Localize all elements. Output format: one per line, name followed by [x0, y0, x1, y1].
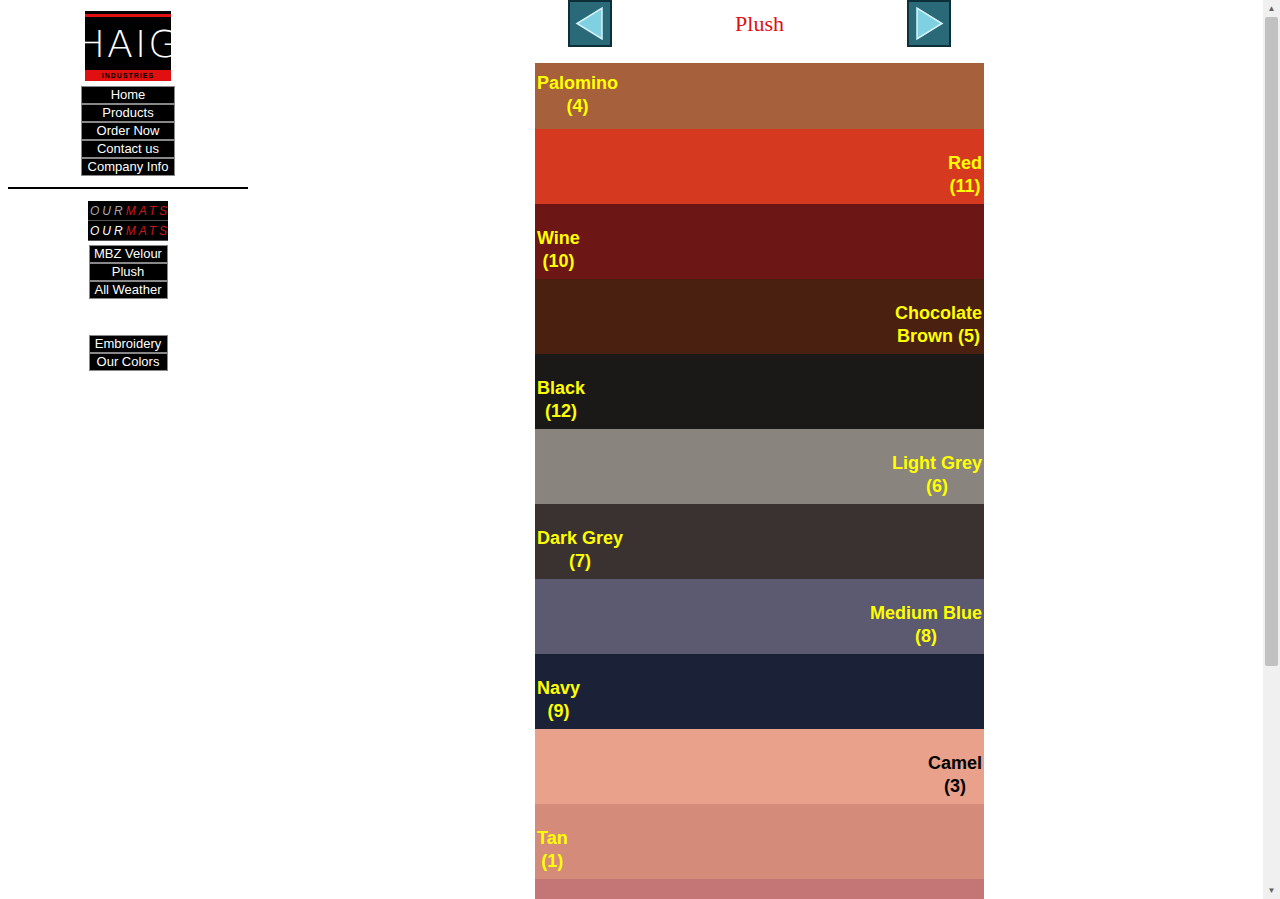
- swatch-label: Dark Grey(7): [537, 527, 623, 573]
- main: Plush Palomino(4) Red(11) Wine(10) Chocolate…: [256, 0, 1263, 899]
- color-swatch[interactable]: Navy(9): [535, 654, 984, 729]
- sidebar: HAIGINDUSTRIESHomeProductsOrder NowConta…: [0, 0, 256, 899]
- nav-button[interactable]: Company Info: [81, 158, 175, 176]
- previous-arrow-icon[interactable]: [568, 0, 612, 47]
- divider: [8, 187, 248, 189]
- color-swatch[interactable]: Tan(1): [535, 804, 984, 879]
- swatch-label: Navy(9): [537, 677, 580, 723]
- color-swatch[interactable]: Black(12): [535, 354, 984, 429]
- main-nav: HomeProductsOrder NowContact usCompany I…: [81, 86, 175, 176]
- nav-button[interactable]: Products: [81, 104, 175, 122]
- nav-button[interactable]: Embroidery: [89, 335, 168, 353]
- scroll-up-button[interactable]: ▲: [1263, 0, 1280, 17]
- title-bar: Plush: [568, 0, 951, 47]
- color-swatch[interactable]: Medium Blue(8): [535, 579, 984, 654]
- swatch-label: ChocolateBrown (5): [895, 302, 982, 348]
- scroll-thumb[interactable]: [1265, 17, 1278, 666]
- nav-button[interactable]: Our Colors: [89, 353, 168, 371]
- nav-button[interactable]: Order Now: [81, 122, 175, 140]
- color-swatch[interactable]: Red(11): [535, 129, 984, 204]
- swatch-label: Camel(3): [928, 752, 982, 798]
- color-swatch[interactable]: ChocolateBrown (5): [535, 279, 984, 354]
- extras-nav: EmbroideryOur Colors: [89, 335, 168, 371]
- swatch-label: Palomino(4): [537, 72, 618, 118]
- color-swatch[interactable]: Camel(3): [535, 729, 984, 804]
- logo[interactable]: HAIGINDUSTRIES: [85, 11, 171, 81]
- swatch-label: Wine(10): [537, 227, 580, 273]
- swatch-label: Red(11): [948, 152, 982, 198]
- page: HAIGINDUSTRIESHomeProductsOrder NowConta…: [0, 0, 1280, 899]
- scrollbar[interactable]: ▲▼: [1263, 0, 1280, 899]
- color-swatch[interactable]: [535, 879, 984, 899]
- nav-button[interactable]: Home: [81, 86, 175, 104]
- our-mats-banner: OURMATSOURMATS: [88, 201, 168, 241]
- color-swatch[interactable]: Dark Grey(7): [535, 504, 984, 579]
- nav-button[interactable]: MBZ Velour: [89, 245, 168, 263]
- swatch-label: Tan(1): [537, 827, 568, 873]
- next-arrow-icon[interactable]: [907, 0, 951, 47]
- color-swatch[interactable]: Palomino(4): [535, 63, 984, 129]
- swatch-list: Palomino(4) Red(11) Wine(10) ChocolateBrown…: [535, 63, 984, 899]
- page-title: Plush: [735, 7, 784, 40]
- scroll-down-button[interactable]: ▼: [1263, 882, 1280, 899]
- swatch-label: Light Grey(6): [892, 452, 982, 498]
- color-swatch[interactable]: Wine(10): [535, 204, 984, 279]
- nav-button[interactable]: Plush: [89, 263, 168, 281]
- color-swatch[interactable]: Light Grey(6): [535, 429, 984, 504]
- scroll-track: [1263, 17, 1280, 882]
- content: HAIGINDUSTRIESHomeProductsOrder NowConta…: [0, 0, 1263, 899]
- mats-nav: MBZ VelourPlushAll Weather: [89, 245, 168, 299]
- nav-button[interactable]: All Weather: [89, 281, 168, 299]
- swatch-label: Medium Blue(8): [870, 602, 982, 648]
- swatch-label: Black(12): [537, 377, 585, 423]
- nav-button[interactable]: Contact us: [81, 140, 175, 158]
